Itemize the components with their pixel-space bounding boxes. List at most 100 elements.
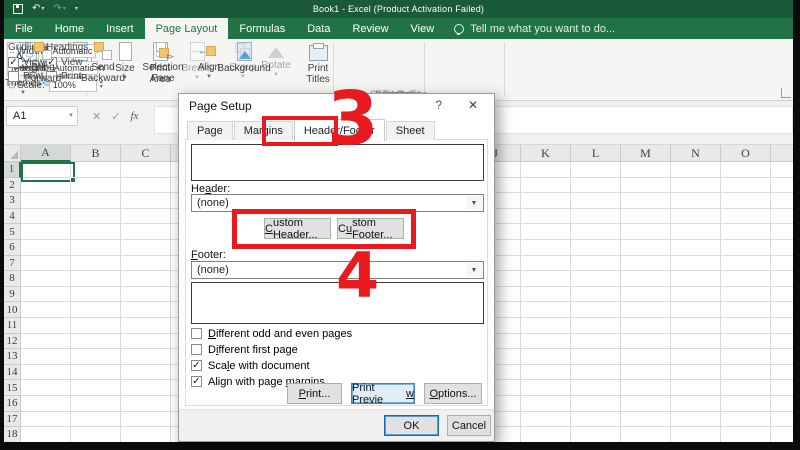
cell-N16[interactable] bbox=[671, 396, 721, 412]
cell-C6[interactable] bbox=[121, 240, 171, 256]
cell-O18[interactable] bbox=[721, 427, 771, 442]
cell-C14[interactable] bbox=[121, 365, 171, 381]
cell-P17[interactable] bbox=[771, 412, 793, 428]
cell-K6[interactable] bbox=[521, 240, 571, 256]
cell-L17[interactable] bbox=[571, 412, 621, 428]
ok-button[interactable]: OK bbox=[384, 415, 439, 436]
cell-C5[interactable] bbox=[121, 224, 171, 240]
cell-L12[interactable] bbox=[571, 334, 621, 350]
cell-O15[interactable] bbox=[721, 380, 771, 396]
tab-insert[interactable]: Insert bbox=[95, 18, 145, 39]
cell-A3[interactable] bbox=[21, 193, 71, 209]
row-header-2[interactable]: 2 bbox=[4, 178, 21, 194]
cancel-button[interactable]: Cancel bbox=[447, 415, 491, 436]
cell-P9[interactable] bbox=[771, 287, 793, 303]
cell-K3[interactable] bbox=[521, 193, 571, 209]
cell-M9[interactable] bbox=[621, 287, 671, 303]
cell-P14[interactable] bbox=[771, 365, 793, 381]
cell-N18[interactable] bbox=[671, 427, 721, 442]
cell-A12[interactable] bbox=[21, 334, 71, 350]
cell-O9[interactable] bbox=[721, 287, 771, 303]
tab-view[interactable]: View bbox=[400, 18, 446, 39]
cell-L7[interactable] bbox=[571, 256, 621, 272]
cell-B10[interactable] bbox=[71, 302, 121, 318]
cell-M14[interactable] bbox=[621, 365, 671, 381]
cell-A15[interactable] bbox=[21, 380, 71, 396]
cell-C7[interactable] bbox=[121, 256, 171, 272]
dialog-tab-sheet[interactable]: Sheet bbox=[386, 121, 435, 140]
row-header-9[interactable]: 9 bbox=[4, 287, 21, 303]
cell-O7[interactable] bbox=[721, 256, 771, 272]
cell-M16[interactable] bbox=[621, 396, 671, 412]
tab-review[interactable]: Review bbox=[341, 18, 399, 39]
cell-O1[interactable] bbox=[721, 162, 771, 178]
tab-page-layout[interactable]: Page Layout bbox=[145, 18, 229, 39]
cell-L4[interactable] bbox=[571, 209, 621, 225]
cell-L3[interactable] bbox=[571, 193, 621, 209]
cell-C16[interactable] bbox=[121, 396, 171, 412]
cell-N5[interactable] bbox=[671, 224, 721, 240]
column-header-C[interactable]: C bbox=[121, 145, 171, 162]
cell-M2[interactable] bbox=[621, 178, 671, 194]
cell-K4[interactable] bbox=[521, 209, 571, 225]
align-button[interactable]: ← Align▼ bbox=[192, 42, 226, 80]
cell-A13[interactable] bbox=[21, 349, 71, 365]
cell-P1[interactable] bbox=[771, 162, 793, 178]
row-header-7[interactable]: 7 bbox=[4, 256, 21, 272]
cell-A17[interactable] bbox=[21, 412, 71, 428]
cell-N15[interactable] bbox=[671, 380, 721, 396]
cell-M5[interactable] bbox=[621, 224, 671, 240]
group-button[interactable]: Group▼ bbox=[226, 42, 260, 80]
column-header-B[interactable]: B bbox=[71, 145, 121, 162]
cell-O8[interactable] bbox=[721, 271, 771, 287]
cell-L1[interactable] bbox=[571, 162, 621, 178]
row-header-6[interactable]: 6 bbox=[4, 240, 21, 256]
cell-L2[interactable] bbox=[571, 178, 621, 194]
cell-O13[interactable] bbox=[721, 349, 771, 365]
column-header-M[interactable]: M bbox=[621, 145, 671, 162]
row-header-12[interactable]: 12 bbox=[4, 334, 21, 350]
cell-C17[interactable] bbox=[121, 412, 171, 428]
customize-quick-access-icon[interactable]: ▾ bbox=[75, 4, 78, 14]
print-button[interactable]: Print... bbox=[287, 383, 342, 404]
cell-K16[interactable] bbox=[521, 396, 571, 412]
cell-K7[interactable] bbox=[521, 256, 571, 272]
cell-B15[interactable] bbox=[71, 380, 121, 396]
checkbox-different-first-page[interactable]: Different first page bbox=[191, 343, 298, 356]
cell-N13[interactable] bbox=[671, 349, 721, 365]
cell-A16[interactable] bbox=[21, 396, 71, 412]
checkbox-different-odd-even[interactable]: Different odd and even pages bbox=[191, 327, 352, 340]
cell-B8[interactable] bbox=[71, 271, 121, 287]
cell-K8[interactable] bbox=[521, 271, 571, 287]
cell-P16[interactable] bbox=[771, 396, 793, 412]
cell-B2[interactable] bbox=[71, 178, 121, 194]
selected-cell-outline[interactable] bbox=[21, 162, 75, 182]
cell-B17[interactable] bbox=[71, 412, 121, 428]
cell-L9[interactable] bbox=[571, 287, 621, 303]
cell-O10[interactable] bbox=[721, 302, 771, 318]
cell-C10[interactable] bbox=[121, 302, 171, 318]
cell-L6[interactable] bbox=[571, 240, 621, 256]
selection-pane-button[interactable]: ▻ Selection Pane bbox=[136, 42, 190, 84]
cell-P12[interactable] bbox=[771, 334, 793, 350]
cell-N10[interactable] bbox=[671, 302, 721, 318]
cell-C12[interactable] bbox=[121, 334, 171, 350]
cell-L14[interactable] bbox=[571, 365, 621, 381]
send-backward-button[interactable]: Send Backward bbox=[76, 42, 130, 84]
cell-L8[interactable] bbox=[571, 271, 621, 287]
cell-K1[interactable] bbox=[521, 162, 571, 178]
enter-formula-icon[interactable]: ✓ bbox=[111, 110, 120, 123]
cell-A6[interactable] bbox=[21, 240, 71, 256]
cell-B18[interactable] bbox=[71, 427, 121, 442]
row-header-17[interactable]: 17 bbox=[4, 412, 21, 428]
cell-L15[interactable] bbox=[571, 380, 621, 396]
cell-B11[interactable] bbox=[71, 318, 121, 334]
cell-B5[interactable] bbox=[71, 224, 121, 240]
cell-K11[interactable] bbox=[521, 318, 571, 334]
save-icon[interactable] bbox=[13, 4, 23, 14]
row-header-18[interactable]: 18 bbox=[4, 427, 21, 442]
cell-M18[interactable] bbox=[621, 427, 671, 442]
cell-B12[interactable] bbox=[71, 334, 121, 350]
cell-N8[interactable] bbox=[671, 271, 721, 287]
row-header-10[interactable]: 10 bbox=[4, 302, 21, 318]
